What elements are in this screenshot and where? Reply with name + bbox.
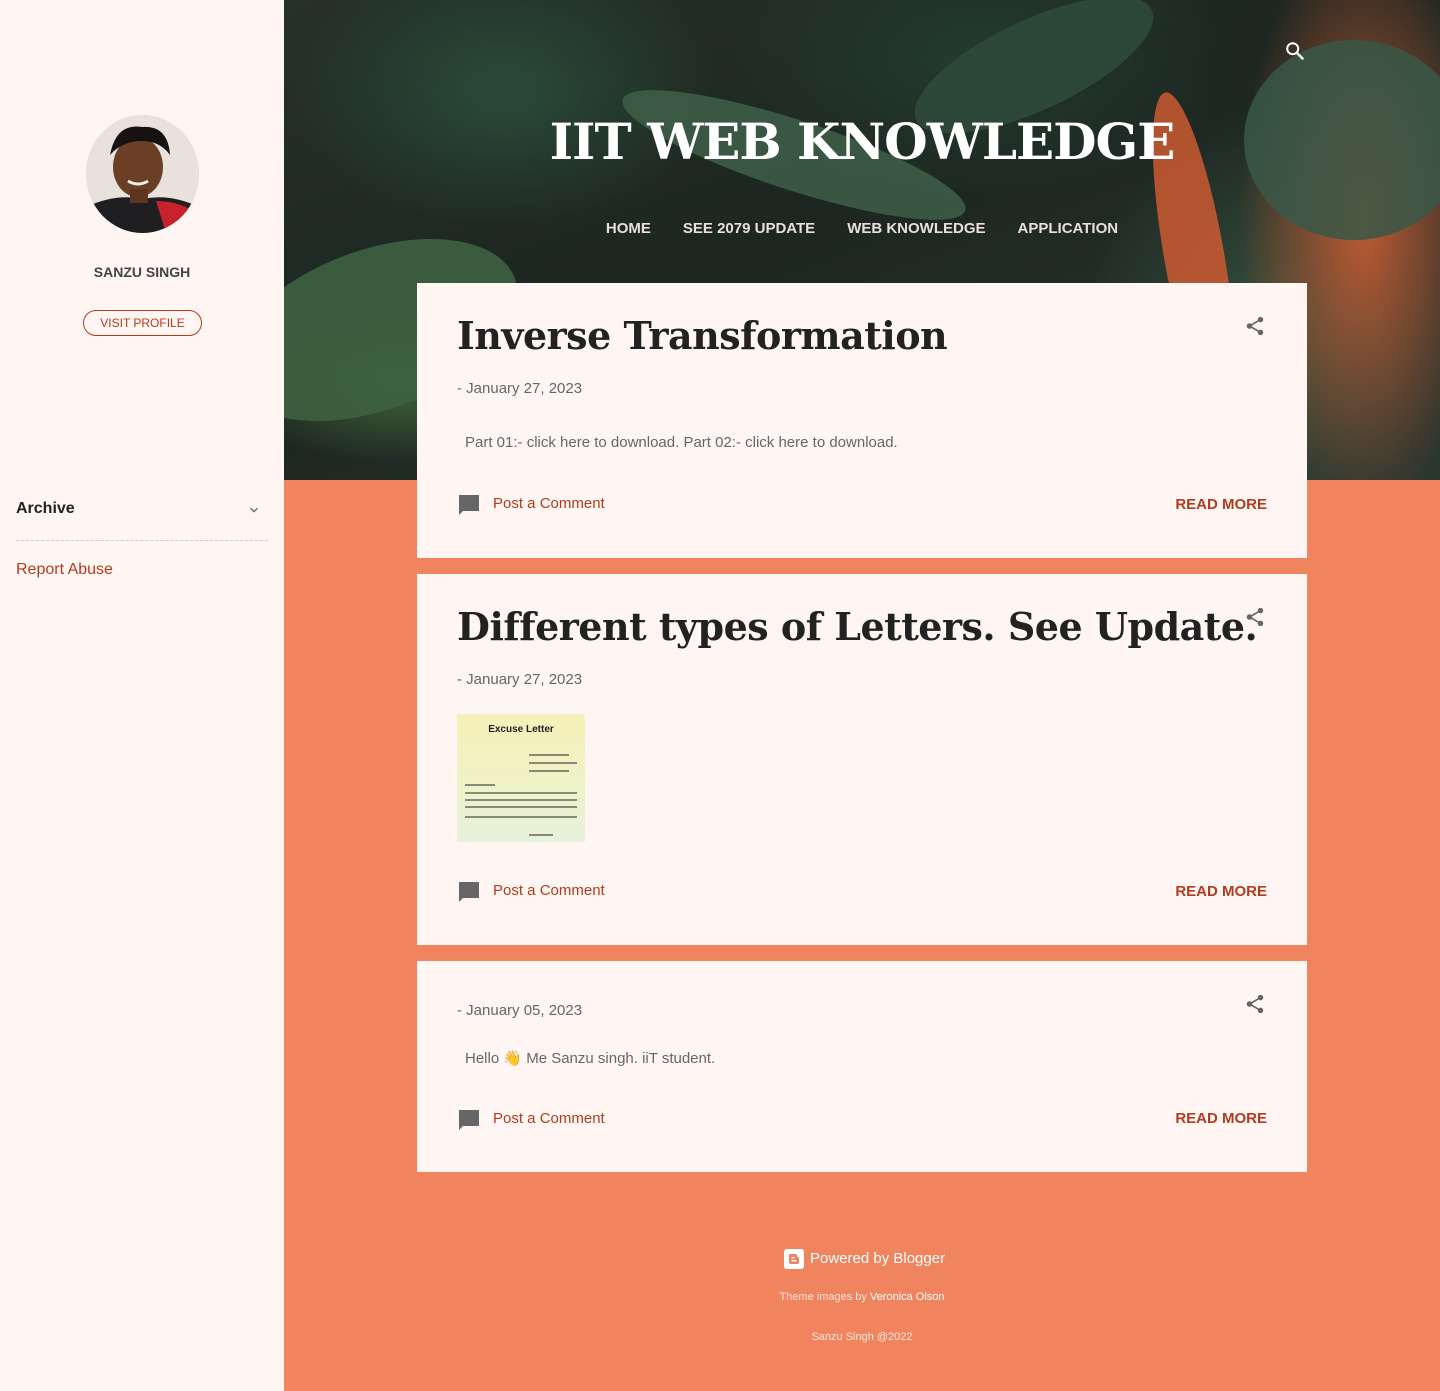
thumbnail-text-line (465, 799, 577, 801)
nav-application[interactable]: APPLICATION (1018, 220, 1119, 237)
post-date[interactable]: - January 27, 2023 (457, 380, 582, 397)
copyright-text: Sanzu Singh @2022 (811, 1331, 913, 1343)
thumbnail-title: Excuse Letter (488, 724, 554, 735)
thumbnail-text-line (465, 806, 577, 808)
post-title[interactable]: Inverse Transformation (457, 313, 948, 358)
visit-profile-button[interactable]: VISIT PROFILE (83, 310, 202, 336)
comment-icon (459, 882, 479, 902)
profile-name: SANZU SINGH (93, 264, 191, 280)
sidebar: SANZU SINGH VISIT PROFILE Archive Report… (0, 0, 284, 1391)
share-icon[interactable] (1244, 315, 1266, 337)
thumbnail-text-line (465, 792, 577, 794)
post-card: - January 05, 2023 Hello 👋 Me Sanzu sing… (417, 961, 1307, 1172)
theme-credit: Theme images by Veronica Olson (284, 1291, 1440, 1303)
post-snippet: Part 01:- click here to download. Part 0… (465, 434, 898, 451)
nav-web-knowledge[interactable]: WEB KNOWLEDGE (847, 220, 985, 237)
post-date[interactable]: - January 05, 2023 (457, 1002, 582, 1019)
theme-credit-prefix: Theme images by (779, 1291, 870, 1303)
site-title[interactable]: IIT WEB KNOWLEDGE (284, 112, 1440, 171)
thumbnail-text-line (465, 816, 577, 818)
share-icon[interactable] (1244, 606, 1266, 628)
comment-icon (459, 495, 479, 515)
chevron-down-icon (250, 507, 258, 513)
comment-label: Post a Comment (493, 1110, 605, 1127)
archive-toggle[interactable]: Archive (16, 498, 268, 541)
nav-see-2079-update[interactable]: SEE 2079 UPDATE (683, 220, 815, 237)
blogger-icon (784, 1249, 804, 1269)
thumbnail-text-line (465, 784, 495, 786)
thumbnail-text-line (529, 762, 577, 764)
read-more-link[interactable]: READ MORE (1175, 1110, 1267, 1127)
nav-home[interactable]: HOME (606, 220, 651, 237)
theme-author-link[interactable]: Veronica Olson (870, 1291, 945, 1303)
thumbnail-text-line (529, 770, 569, 772)
thumbnail-text-line (529, 754, 569, 756)
share-icon[interactable] (1244, 993, 1266, 1015)
avatar-image (86, 115, 199, 233)
archive-label: Archive (16, 500, 75, 517)
report-abuse-link[interactable]: Report Abuse (16, 561, 113, 579)
powered-by-label: Powered by Blogger (810, 1250, 946, 1267)
post-thumbnail[interactable]: Excuse Letter (457, 714, 585, 842)
read-more-link[interactable]: READ MORE (1175, 496, 1267, 513)
post-snippet: Hello 👋 Me Sanzu singh. iiT student. (465, 1050, 716, 1067)
search-icon[interactable] (1284, 40, 1306, 62)
post-card: Different types of Letters. See Update. … (417, 574, 1307, 945)
comment-icon (459, 1110, 479, 1130)
comment-label: Post a Comment (493, 882, 605, 899)
post-title[interactable]: Different types of Letters. See Update. (457, 604, 1258, 649)
read-more-link[interactable]: READ MORE (1175, 883, 1267, 900)
main-nav: HOME SEE 2079 UPDATE WEB KNOWLEDGE APPLICAT… (284, 220, 1440, 238)
avatar[interactable] (86, 115, 199, 233)
comment-label: Post a Comment (493, 495, 605, 512)
post-date[interactable]: - January 27, 2023 (457, 671, 582, 688)
thumbnail-text-line (529, 834, 553, 836)
post-card: Inverse Transformation - January 27, 202… (417, 283, 1307, 558)
